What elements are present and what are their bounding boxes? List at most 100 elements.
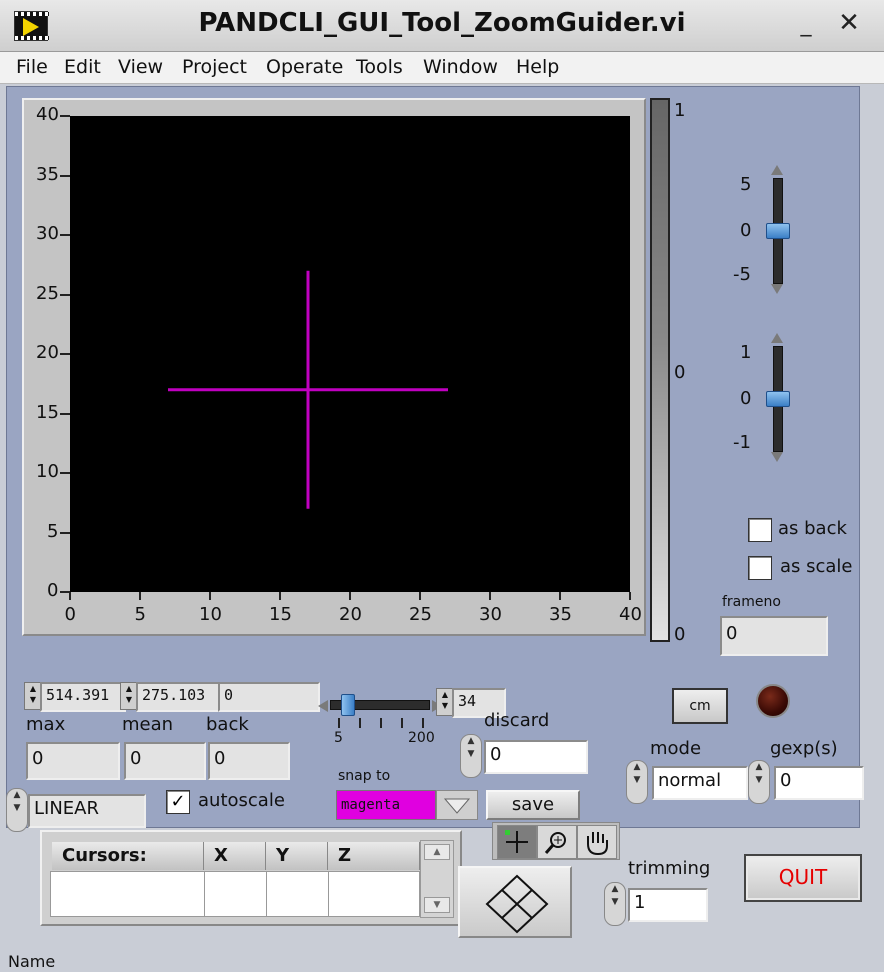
as-back-label: as back: [778, 518, 847, 539]
slider-bottom-up-arrow[interactable]: [771, 333, 783, 343]
x-axis-tick: [209, 592, 211, 600]
slider-bottom-thumb[interactable]: [766, 391, 790, 407]
menu-bar: File Edit View Project Operate Tools Win…: [0, 52, 884, 84]
cursor-table-header-y[interactable]: Y: [266, 842, 328, 870]
as-scale-label: as scale: [780, 556, 853, 577]
cursor-table-header-name[interactable]: Cursors:: [52, 842, 204, 870]
trimming-spinner[interactable]: ▲ ▼: [604, 882, 626, 926]
ramp-min-label: 0: [674, 624, 686, 645]
y-axis-tick-label: 35: [36, 163, 59, 185]
hslider-left-arrow[interactable]: [318, 700, 328, 712]
slider-top-thumb[interactable]: [766, 223, 790, 239]
cursor-table-scrollbar[interactable]: ▲ ▼: [420, 840, 454, 918]
x-axis-tick: [419, 592, 421, 600]
x-axis-tick-label: 15: [269, 604, 292, 625]
quit-button[interactable]: QUIT: [744, 854, 862, 902]
close-button[interactable]: ✕: [836, 10, 862, 36]
scroll-down-icon[interactable]: ▼: [424, 897, 450, 913]
value2-field[interactable]: 275.103: [136, 682, 224, 712]
x-axis-tick-label: 20: [339, 604, 362, 625]
y-axis-tick-label: 0: [47, 580, 59, 601]
slider-top-tick: 5: [740, 174, 752, 195]
discard-field[interactable]: 0: [484, 740, 588, 774]
cursor-table-header-z[interactable]: Z: [328, 842, 420, 870]
y-axis-tick: [60, 234, 70, 236]
gexp-spinner[interactable]: ▲ ▼: [748, 760, 770, 804]
scroll-up-icon[interactable]: ▲: [424, 844, 450, 860]
discard-label: discard: [484, 710, 550, 731]
scale-mode-spinner[interactable]: ▲ ▼: [6, 788, 28, 832]
hslider-thumb[interactable]: [341, 694, 355, 716]
mean-indicator: 0: [124, 742, 206, 780]
x-axis-tick-label: 35: [549, 604, 572, 625]
y-axis-tick-label: 10: [36, 461, 59, 482]
menu-edit[interactable]: Edit: [64, 56, 101, 78]
mode-spinner[interactable]: ▲ ▼: [626, 760, 648, 804]
snap-to-dropdown[interactable]: [436, 790, 478, 820]
menu-tools[interactable]: Tools: [356, 56, 403, 78]
name-label: Name: [8, 952, 56, 971]
gexp-field[interactable]: 0: [774, 766, 864, 800]
scale-mode-ring[interactable]: LINEAR: [28, 794, 146, 828]
cursor-move-tool-icon[interactable]: [497, 825, 537, 859]
x-axis-tick: [349, 592, 351, 600]
y-axis-tick: [60, 412, 70, 415]
max-label: max: [26, 714, 66, 735]
snap-to-color-value[interactable]: magenta: [336, 790, 436, 820]
mean-label: mean: [122, 714, 174, 735]
menu-help[interactable]: Help: [516, 56, 559, 78]
autoscale-checkbox[interactable]: ✓: [166, 790, 190, 814]
save-button[interactable]: save: [486, 790, 580, 820]
x-axis-tick: [629, 592, 631, 600]
minimize-button[interactable]: _: [795, 14, 817, 36]
slider-top-up-arrow[interactable]: [771, 165, 783, 175]
cm-button[interactable]: cm: [672, 688, 728, 724]
autoscale-label: autoscale: [198, 790, 285, 811]
back-label: back: [206, 714, 249, 735]
table-divider: [328, 871, 329, 917]
snap-to-label: snap to: [338, 768, 391, 784]
max-indicator: 0: [26, 742, 120, 780]
y-axis-tick: [60, 531, 70, 534]
x-axis-tick: [69, 592, 71, 600]
table-divider: [204, 871, 205, 917]
x-axis-tick-label: 25: [409, 604, 432, 625]
table-divider: [266, 871, 267, 917]
as-back-checkbox[interactable]: [748, 518, 772, 542]
color-ramp[interactable]: [650, 98, 670, 642]
x-axis-tick-label: 40: [619, 604, 642, 625]
slider-top-tick: 0: [740, 220, 752, 241]
frameno-label: frameno: [722, 594, 781, 610]
x-axis-tick: [139, 592, 141, 600]
hslider-ticks: [338, 718, 426, 728]
intensity-graph-plot[interactable]: [70, 116, 630, 592]
mode-ring[interactable]: normal: [652, 766, 748, 800]
zoom-tool-icon[interactable]: [537, 825, 577, 859]
slider-bottom-down-arrow[interactable]: [771, 452, 783, 462]
menu-operate[interactable]: Operate: [266, 56, 343, 78]
menu-window[interactable]: Window: [423, 56, 498, 78]
hslider-min-label: 5: [334, 730, 343, 746]
mode-label: mode: [650, 738, 702, 759]
trimming-field[interactable]: 1: [628, 888, 708, 922]
slider-top-down-arrow[interactable]: [771, 284, 783, 294]
as-scale-checkbox[interactable]: [748, 556, 772, 580]
y-axis-tick-label: 20: [36, 342, 59, 363]
y-axis-tick: [60, 293, 70, 296]
menu-project[interactable]: Project: [182, 56, 247, 78]
x-axis-tick-label: 0: [64, 604, 76, 625]
y-axis-tick: [60, 115, 70, 117]
graph-navigation-pad[interactable]: [458, 866, 572, 938]
menu-view[interactable]: View: [118, 56, 163, 78]
diamond-navigation-icon: [485, 874, 549, 934]
window-title: PANDCLI_GUI_Tool_ZoomGuider.vi: [198, 8, 686, 38]
pan-hand-tool-icon[interactable]: [577, 825, 617, 859]
value1-field[interactable]: 514.391: [40, 682, 126, 712]
cursor-table-body[interactable]: [50, 871, 420, 917]
ramp-max-label: 1: [674, 100, 686, 121]
menu-file[interactable]: File: [16, 56, 48, 78]
y-axis-tick: [60, 353, 70, 355]
y-axis-tick-label: 25: [36, 282, 59, 304]
cursor-table-header-x[interactable]: X: [204, 842, 266, 870]
discard-spinner[interactable]: ▲ ▼: [460, 734, 482, 778]
